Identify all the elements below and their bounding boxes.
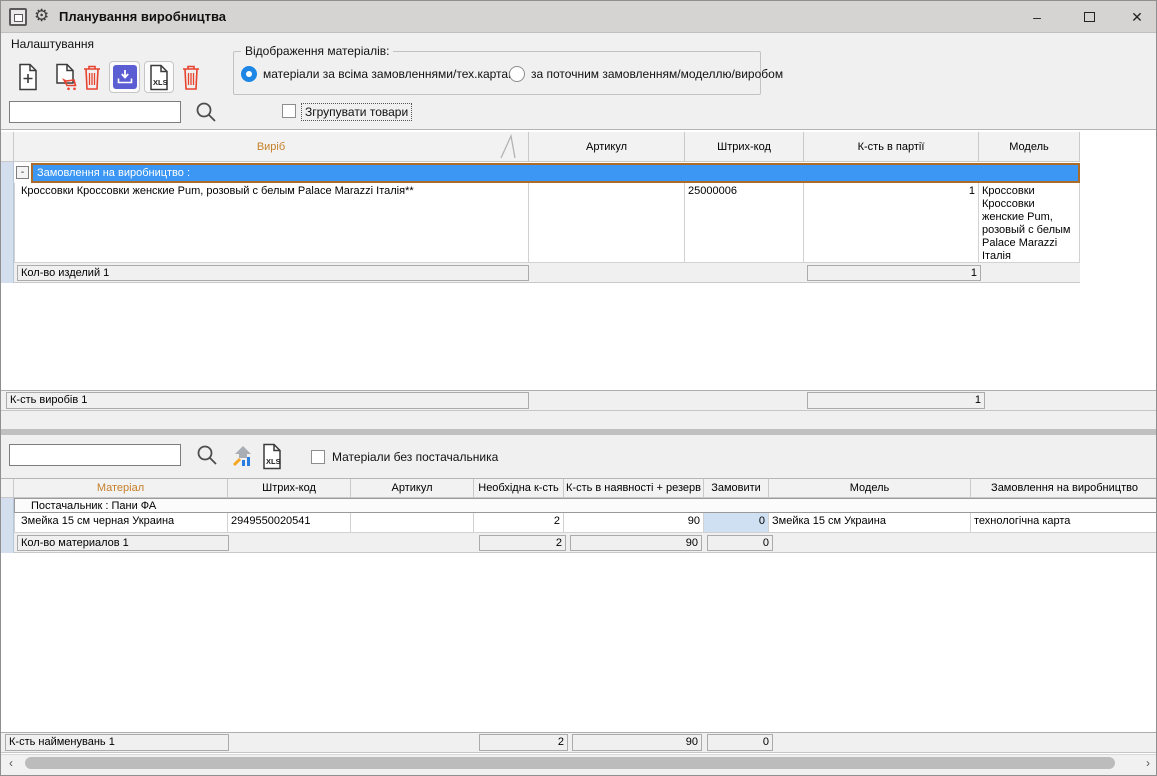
column-header-barcode[interactable]: Штрих-код <box>685 132 804 162</box>
column-header-stock-qty[interactable]: К-сть в наявності + резерв <box>564 479 704 498</box>
product-cell-model[interactable]: Кроссовки Кроссовки женские Pum, розовый… <box>979 183 1080 263</box>
radio-unselected-icon <box>509 66 525 82</box>
group-products-checkbox[interactable] <box>282 104 296 118</box>
products-header-corner <box>1 132 14 162</box>
stats-chart-icon <box>232 444 256 468</box>
column-header-material[interactable]: Матеріал <box>14 479 228 498</box>
material-cell-order-qty[interactable]: 0 <box>704 513 769 533</box>
panel-gap <box>1 411 1157 429</box>
scrollbar-thumb[interactable] <box>25 757 1115 769</box>
material-cell-article[interactable] <box>351 513 474 533</box>
materials-summary-required: 2 <box>479 535 566 551</box>
materials-summary-label: Кол-во материалов 1 <box>17 535 229 551</box>
materials-footer-order: 0 <box>707 734 773 751</box>
column-header-order-qty[interactable]: Замовити <box>704 479 769 498</box>
trash-icon-2 <box>181 64 201 91</box>
column-header-material-barcode[interactable]: Штрих-код <box>228 479 351 498</box>
column-header-batch-qty[interactable]: К-сть в партії <box>804 132 979 162</box>
production-planning-window: ⚙ Планування виробництва – ✕ Налаштуванн… <box>0 0 1157 776</box>
material-cell-model[interactable]: Змейка 15 см Украина <box>769 513 971 533</box>
materials-stats-button[interactable] <box>232 444 256 468</box>
materials-export-xls-button[interactable]: XLS <box>261 443 283 470</box>
material-cell-production-order[interactable]: технологічна карта <box>971 513 1157 533</box>
sort-triangle-icon <box>498 134 520 160</box>
materials-summary-stock: 90 <box>570 535 702 551</box>
close-button[interactable]: ✕ <box>1114 1 1157 33</box>
group-products-label[interactable]: Згрупувати товари <box>301 103 412 121</box>
column-header-production-order[interactable]: Замовлення на виробництво <box>971 479 1157 498</box>
products-search-input[interactable] <box>9 101 181 123</box>
row-indicator-strip <box>1 162 14 283</box>
delete-materials-button[interactable] <box>180 62 202 92</box>
svg-text:XLS: XLS <box>266 457 281 466</box>
radio-all-orders-label: матеріали за всіма замовленнями/тех.карт… <box>263 67 523 81</box>
products-search-button[interactable] <box>194 100 218 124</box>
svg-text:XLS: XLS <box>153 78 168 87</box>
trash-icon <box>82 64 102 91</box>
import-icon <box>113 65 137 89</box>
products-summary-qty: 1 <box>807 265 981 281</box>
add-document-button[interactable] <box>15 62 41 92</box>
remove-document-cart-button[interactable] <box>53 62 81 92</box>
product-cell-article[interactable] <box>529 183 685 263</box>
menu-item-settings[interactable]: Налаштування <box>11 37 94 51</box>
column-header-material-article[interactable]: Артикул <box>351 479 474 498</box>
material-cell-stock-qty[interactable]: 90 <box>564 513 704 533</box>
display-options-legend: Відображення матеріалів: <box>241 44 393 58</box>
product-cell-batch-qty[interactable]: 1 <box>804 183 979 263</box>
material-cell-name[interactable]: Змейка 15 см черная Украина <box>14 513 228 533</box>
import-orders-button[interactable] <box>109 61 140 93</box>
document-cart-icon <box>54 63 80 91</box>
export-xls-button[interactable]: XLS <box>144 61 174 93</box>
scroll-left-arrow[interactable]: ‹ <box>3 754 19 772</box>
scroll-right-arrow[interactable]: › <box>1140 754 1156 772</box>
materials-header-corner <box>1 479 14 498</box>
search-icon-2 <box>195 443 219 467</box>
maximize-button[interactable] <box>1066 1 1112 33</box>
collapse-group-button[interactable]: - <box>16 166 29 179</box>
window-title: Планування виробництва <box>59 9 226 24</box>
radio-all-orders[interactable]: матеріали за всіма замовленнями/тех.карт… <box>241 66 523 82</box>
materials-row-indicator-strip <box>1 498 14 553</box>
delete-order-button[interactable] <box>81 62 103 92</box>
no-supplier-label[interactable]: Матеріали без постачальника <box>332 450 498 464</box>
product-cell-name[interactable]: Кроссовки Кроссовки женские Pum, розовый… <box>14 183 529 263</box>
materials-footer-required: 2 <box>479 734 568 751</box>
no-supplier-checkbox[interactable] <box>311 450 325 464</box>
add-document-icon <box>17 63 39 91</box>
export-xls-icon: XLS <box>148 64 170 91</box>
app-window-icon <box>9 8 27 26</box>
radio-selected-icon <box>241 66 257 82</box>
material-cell-barcode[interactable]: 2949550020541 <box>228 513 351 533</box>
column-header-material-model[interactable]: Модель <box>769 479 971 498</box>
column-header-article[interactable]: Артикул <box>529 132 685 162</box>
materials-search-button[interactable] <box>195 443 219 467</box>
materials-summary-order: 0 <box>707 535 773 551</box>
products-footer-label: К-сть виробів 1 <box>6 392 529 409</box>
radio-current-order-label: за поточним замовленням/моделлю/виробом <box>531 67 783 81</box>
maximize-icon <box>1084 12 1095 22</box>
products-footer-qty: 1 <box>807 392 985 409</box>
materials-footer-label: К-сть найменувань 1 <box>5 734 229 751</box>
materials-search-input[interactable] <box>9 444 181 466</box>
column-header-product[interactable]: Виріб <box>14 132 529 162</box>
checkbox-icon <box>282 104 296 118</box>
materials-footer-stock: 90 <box>572 734 702 751</box>
products-group-row[interactable]: Замовлення на виробництво : <box>31 163 1080 183</box>
radio-current-order[interactable]: за поточним замовленням/моделлю/виробом <box>509 66 783 82</box>
material-cell-required-qty[interactable]: 2 <box>474 513 564 533</box>
export-xls-icon-2: XLS <box>261 443 283 470</box>
materials-group-row[interactable]: Постачальник : Пани ФА <box>14 498 1157 513</box>
gear-icon: ⚙ <box>34 6 49 26</box>
minimize-button[interactable]: – <box>1014 1 1060 33</box>
product-cell-barcode[interactable]: 25000006 <box>685 183 804 263</box>
checkbox-icon-2 <box>311 450 325 464</box>
column-header-required-qty[interactable]: Необхідна к-сть <box>474 479 564 498</box>
search-icon <box>194 100 218 124</box>
column-header-model[interactable]: Модель <box>979 132 1080 162</box>
products-summary-label: Кол-во изделий 1 <box>17 265 529 281</box>
